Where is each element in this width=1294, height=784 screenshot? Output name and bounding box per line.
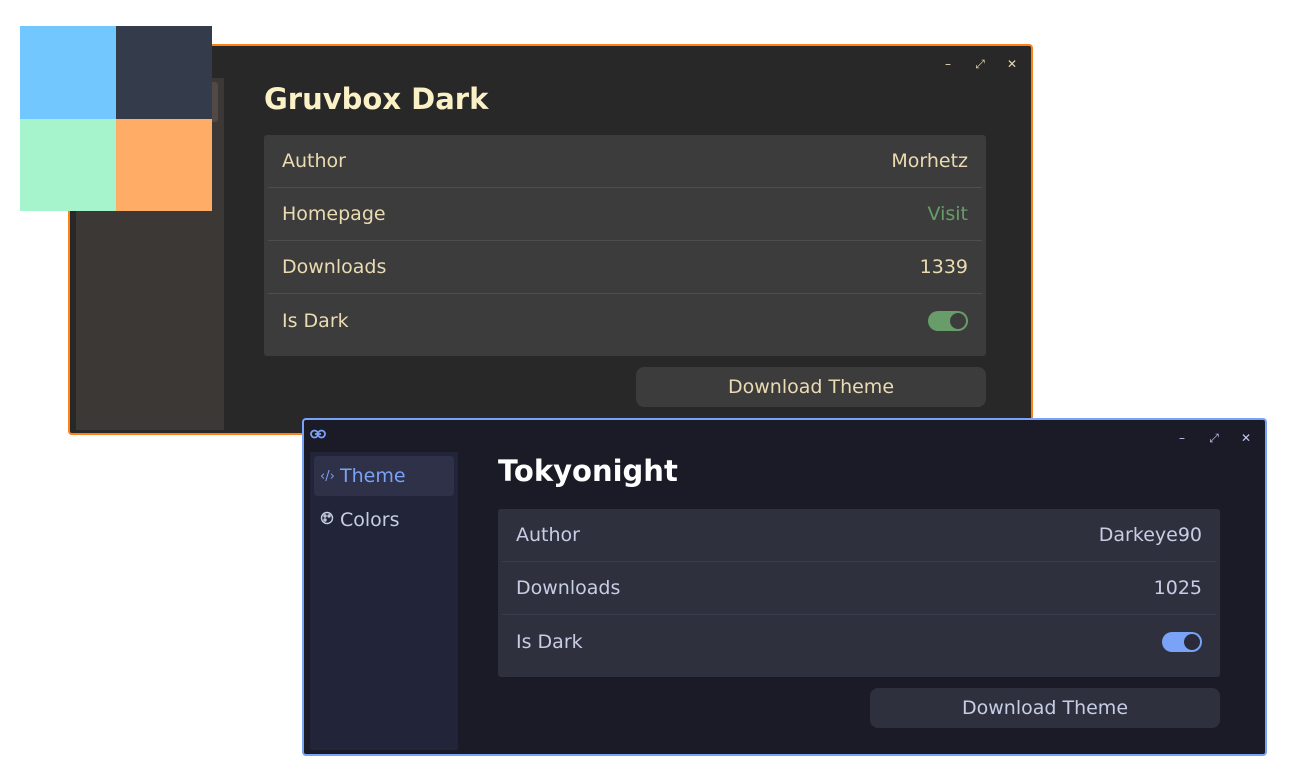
row-label: Author [282, 150, 346, 172]
info-row-downloads: Downloads 1025 [502, 562, 1216, 615]
code-icon: ‹/› [320, 468, 335, 484]
sidebar-item-theme[interactable]: ‹/› Theme [314, 456, 454, 496]
theme-palette-preview [20, 26, 212, 211]
page-title: Gruvbox Dark [264, 82, 489, 116]
info-row-homepage: Homepage Visit [268, 188, 982, 241]
row-label: Author [516, 524, 580, 546]
palette-swatch [116, 26, 212, 119]
row-label: Is Dark [516, 630, 583, 653]
is-dark-toggle[interactable] [1162, 631, 1202, 652]
downloads-value: 1339 [919, 256, 968, 278]
maximize-icon[interactable]: ⤢ [971, 56, 989, 72]
row-label: Is Dark [282, 309, 349, 332]
palette-swatch [20, 26, 116, 119]
theme-info-card: Author Darkeye90 Downloads 1025 Is Dark [498, 509, 1220, 677]
link-icon [310, 428, 328, 442]
tokyonight-window: – ⤢ ✕ ‹/› Theme Colors Tokyonight Author… [302, 418, 1267, 756]
info-row-downloads: Downloads 1339 [268, 241, 982, 294]
info-row-is-dark: Is Dark [502, 615, 1216, 668]
sidebar-item-colors[interactable]: Colors [314, 500, 454, 540]
row-label: Downloads [516, 577, 621, 599]
close-icon[interactable]: ✕ [1003, 56, 1021, 72]
row-label: Downloads [282, 256, 387, 278]
author-value: Darkeye90 [1098, 524, 1202, 546]
stage: – ⤢ ✕ Gruvbox Dark Author Morhetz Homepa… [0, 0, 1294, 784]
author-value: Morhetz [891, 150, 968, 172]
info-row-is-dark: Is Dark [268, 294, 982, 347]
palette-swatch [116, 119, 212, 211]
download-theme-button[interactable]: Download Theme [870, 688, 1220, 728]
palette-icon [320, 511, 334, 529]
gruvbox-window: – ⤢ ✕ Gruvbox Dark Author Morhetz Homepa… [68, 44, 1033, 435]
is-dark-toggle[interactable] [928, 310, 968, 331]
downloads-value: 1025 [1153, 577, 1202, 599]
homepage-link[interactable]: Visit [928, 203, 969, 225]
theme-info-card: Author Morhetz Homepage Visit Downloads … [264, 135, 986, 356]
gruvbox-window-controls: – ⤢ ✕ [939, 56, 1021, 72]
tokyonight-window-controls: – ⤢ ✕ [1173, 430, 1255, 446]
minimize-icon[interactable]: – [939, 56, 957, 72]
row-label: Homepage [282, 203, 386, 225]
palette-swatch [20, 119, 116, 211]
tokyonight-sidebar: ‹/› Theme Colors [310, 452, 458, 750]
info-row-author: Author Darkeye90 [502, 509, 1216, 562]
close-icon[interactable]: ✕ [1237, 430, 1255, 446]
minimize-icon[interactable]: – [1173, 430, 1191, 446]
download-theme-button[interactable]: Download Theme [636, 367, 986, 407]
maximize-icon[interactable]: ⤢ [1205, 430, 1223, 446]
sidebar-item-label: Colors [340, 509, 400, 531]
info-row-author: Author Morhetz [268, 135, 982, 188]
page-title: Tokyonight [498, 454, 678, 488]
sidebar-item-label: Theme [340, 465, 406, 487]
